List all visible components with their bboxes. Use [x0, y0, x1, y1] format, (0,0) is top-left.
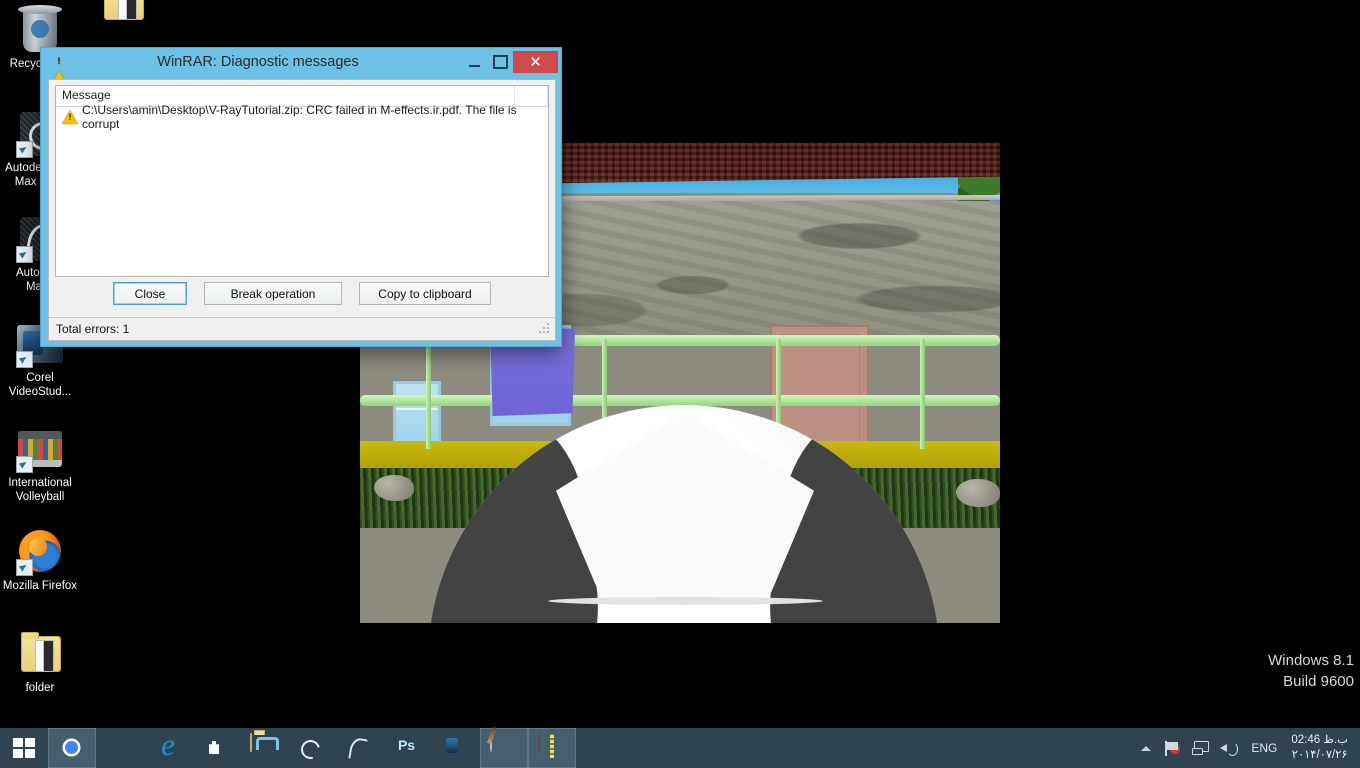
taskbar-item-adobe-photoshop[interactable]: [384, 728, 432, 768]
file-explorer-icon: [250, 733, 278, 762]
taskbar-item-corel-videostudio[interactable]: [432, 728, 480, 768]
minimize-button[interactable]: [461, 48, 487, 76]
taskbar-item-internet-explorer[interactable]: [144, 727, 192, 768]
show-hidden-icons-button[interactable]: [1135, 728, 1157, 768]
maximize-button[interactable]: [487, 48, 513, 76]
desktop-icon-pictures-folder[interactable]: [85, 0, 161, 30]
taskbar[interactable]: × ENG 02:46 ب.ظ ۲۰۱۴/۰۷/۲۶: [0, 727, 1360, 768]
taskbar-item-file-explorer[interactable]: [240, 728, 288, 768]
mozilla-firefox-icon: [16, 528, 64, 576]
speaker-icon: [1219, 741, 1238, 756]
desktop-icon-mozilla-firefox[interactable]: Mozilla Firefox: [2, 528, 78, 594]
paint-icon: [490, 733, 518, 762]
international-volleyball-icon: [16, 425, 64, 473]
total-errors-label: Total errors: 1: [56, 322, 130, 336]
shortcut-arrow-icon: [16, 141, 33, 158]
firefox-icon: [106, 734, 134, 762]
taskbar-item-autodesk-3ds-max[interactable]: [288, 728, 336, 768]
taskbar-item-google-chrome[interactable]: [48, 728, 96, 768]
winrar-diagnostic-messages-dialog[interactable]: WinRAR: Diagnostic messages ✕ Message C:…: [40, 47, 562, 347]
windows-logo-icon: [13, 738, 35, 758]
desktop[interactable]: Recycle Bin Autodesk 3ds Max 2014 Autode…: [0, 0, 1360, 728]
network-icon: [1192, 741, 1210, 755]
render-rock: [374, 475, 414, 501]
taskbar-item-mozilla-firefox[interactable]: [96, 728, 144, 768]
warning-icon: [62, 110, 78, 124]
action-center-button[interactable]: ×: [1159, 728, 1185, 768]
taskbar-item-windows-store[interactable]: [192, 728, 240, 768]
shortcut-arrow-icon: [16, 456, 33, 473]
close-button[interactable]: Close: [113, 282, 187, 305]
clock-date: ۲۰۱۴/۰۷/۲۶: [1291, 749, 1348, 761]
break-operation-button[interactable]: Break operation: [204, 282, 342, 305]
desktop-icon-label: Corel VideoStud...: [8, 372, 72, 398]
shortcut-arrow-icon: [16, 351, 33, 368]
render-rock: [956, 479, 1000, 507]
window-controls: ✕: [461, 48, 561, 76]
desktop-icon-folder[interactable]: folder: [2, 630, 78, 696]
windows-watermark: Windows 8.1 Build 9600: [1268, 650, 1354, 692]
copy-to-clipboard-button[interactable]: Copy to clipboard: [359, 282, 491, 305]
dialog-titlebar[interactable]: WinRAR: Diagnostic messages ✕: [41, 48, 561, 85]
taskbar-item-paint[interactable]: [480, 728, 528, 768]
chrome-icon: [58, 734, 86, 762]
photoshop-icon: [394, 734, 422, 762]
shortcut-arrow-icon: [16, 246, 33, 263]
dialog-button-row: Close Break operation Copy to clipboard: [49, 282, 555, 312]
dialog-body: Message C:\Users\amin\Desktop\V-RayTutor…: [48, 79, 556, 341]
watermark-line-1: Windows 8.1: [1268, 652, 1354, 669]
dialog-statusbar: Total errors: 1: [49, 317, 555, 340]
desktop-icon-label: International Volleyball: [8, 477, 72, 503]
maya-icon: [346, 734, 374, 762]
message-text: C:\Users\amin\Desktop\V-RayTutorial.zip:…: [82, 103, 517, 131]
volume-button[interactable]: [1215, 728, 1241, 768]
folder-icon: [16, 630, 64, 678]
table-row[interactable]: C:\Users\amin\Desktop\V-RayTutorial.zip:…: [56, 103, 548, 131]
shortcut-arrow-icon: [16, 559, 33, 576]
error-badge-icon: ×: [1169, 743, 1180, 754]
3dsmax-icon: [298, 734, 326, 762]
resize-grip-icon[interactable]: [538, 322, 552, 336]
render-soccer-ball: [428, 405, 940, 623]
clock[interactable]: 02:46 ب.ظ ۲۰۱۴/۰۷/۲۶: [1287, 733, 1356, 763]
flag-icon: ×: [1164, 741, 1180, 756]
folder-icon: [99, 0, 147, 26]
corel-videostudio-icon: [442, 734, 470, 762]
internet-explorer-icon: [154, 727, 182, 763]
desktop-icon-international-volleyball[interactable]: International Volleyball: [2, 425, 78, 504]
close-button[interactable]: ✕: [513, 51, 558, 73]
messages-list[interactable]: Message C:\Users\amin\Desktop\V-RayTutor…: [55, 85, 549, 277]
start-button[interactable]: [0, 728, 48, 768]
system-tray: × ENG 02:46 ب.ظ ۲۰۱۴/۰۷/۲۶: [1135, 728, 1360, 768]
desktop-icon-label: Mozilla Firefox: [2, 580, 78, 592]
network-button[interactable]: [1187, 728, 1213, 768]
language-indicator[interactable]: ENG: [1243, 741, 1285, 755]
winrar-icon: [538, 733, 566, 762]
warning-icon: [51, 54, 67, 85]
store-icon: [202, 734, 230, 762]
watermark-line-2: Build 9600: [1283, 673, 1354, 690]
render-railing-post: [426, 339, 431, 449]
ball-seam: [548, 597, 823, 605]
ball-pentagon: [556, 411, 814, 601]
clock-time: 02:46 ب.ظ: [1291, 734, 1348, 746]
desktop-icon-label: folder: [25, 682, 55, 694]
taskbar-item-autodesk-maya[interactable]: [336, 728, 384, 768]
dialog-title: WinRAR: Diagnostic messages: [157, 54, 359, 70]
taskbar-item-winrar[interactable]: [528, 728, 576, 768]
